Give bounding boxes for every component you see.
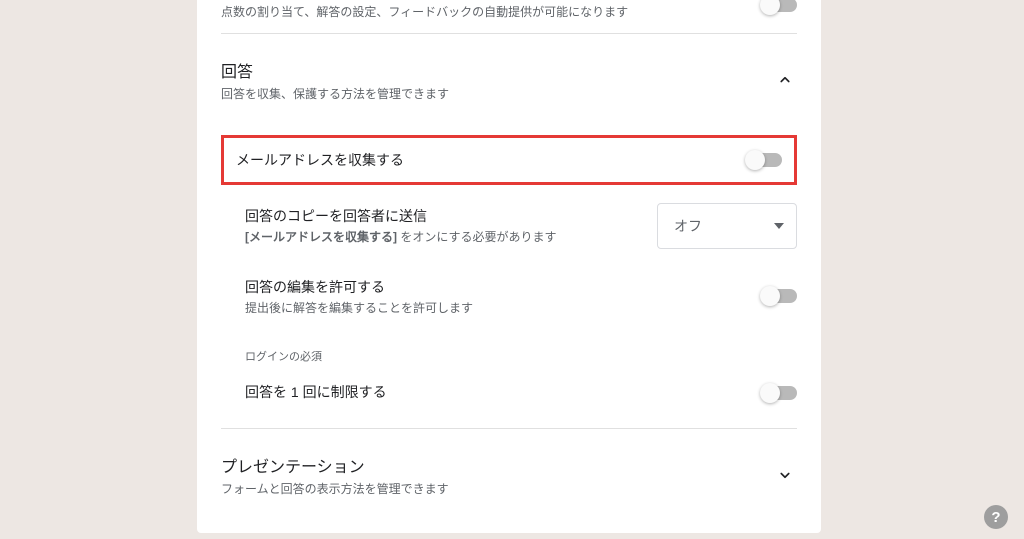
send-copy-label: 回答のコピーを回答者に送信 <box>245 206 657 226</box>
limit-one-row: 回答を 1 回に制限する <box>221 368 797 418</box>
collect-email-toggle[interactable] <box>748 153 782 167</box>
quiz-section: 点数の割り当て、解答の設定、フィードバックの自動提供が可能になります <box>197 0 821 33</box>
send-copy-sub: [メールアドレスを収集する] をオンにする必要があります <box>245 228 657 245</box>
limit-one-toggle[interactable] <box>763 386 797 400</box>
allow-edit-row: 回答の編集を許可する 提出後に解答を編集することを許可します <box>221 263 797 330</box>
settings-card: 点数の割り当て、解答の設定、フィードバックの自動提供が可能になります 回答 回答… <box>197 0 821 533</box>
send-copy-dropdown[interactable]: オフ <box>657 203 797 249</box>
send-copy-row: 回答のコピーを回答者に送信 [メールアドレスを収集する] をオンにする必要があり… <box>221 189 797 263</box>
chevron-up-icon[interactable] <box>773 68 797 92</box>
help-icon[interactable]: ? <box>984 505 1008 529</box>
chevron-down-icon[interactable] <box>773 463 797 487</box>
presentation-title: プレゼンテーション <box>221 453 449 477</box>
allow-edit-toggle[interactable] <box>763 289 797 303</box>
collect-email-label: メールアドレスを収集する <box>236 150 404 170</box>
responses-desc: 回答を収集、保護する方法を管理できます <box>221 86 449 103</box>
responses-title: 回答 <box>221 58 449 82</box>
quiz-toggle[interactable] <box>763 0 797 12</box>
presentation-section-header[interactable]: プレゼンテーション フォームと回答の表示方法を管理できます <box>197 429 821 534</box>
send-copy-dropdown-value: オフ <box>674 216 702 236</box>
presentation-desc: フォームと回答の表示方法を管理できます <box>221 481 449 498</box>
limit-one-label: 回答を 1 回に制限する <box>245 382 763 402</box>
responses-items: メールアドレスを収集する 回答のコピーを回答者に送信 [メールアドレスを収集する… <box>197 135 821 428</box>
responses-section-header[interactable]: 回答 回答を収集、保護する方法を管理できます <box>197 34 821 123</box>
login-required-heading: ログインの必須 <box>221 330 797 368</box>
caret-down-icon <box>774 223 784 229</box>
quiz-section-desc: 点数の割り当て、解答の設定、フィードバックの自動提供が可能になります <box>221 4 628 21</box>
allow-edit-label: 回答の編集を許可する <box>245 277 763 297</box>
collect-email-row: メールアドレスを収集する <box>221 135 797 185</box>
allow-edit-sub: 提出後に解答を編集することを許可します <box>245 299 763 316</box>
